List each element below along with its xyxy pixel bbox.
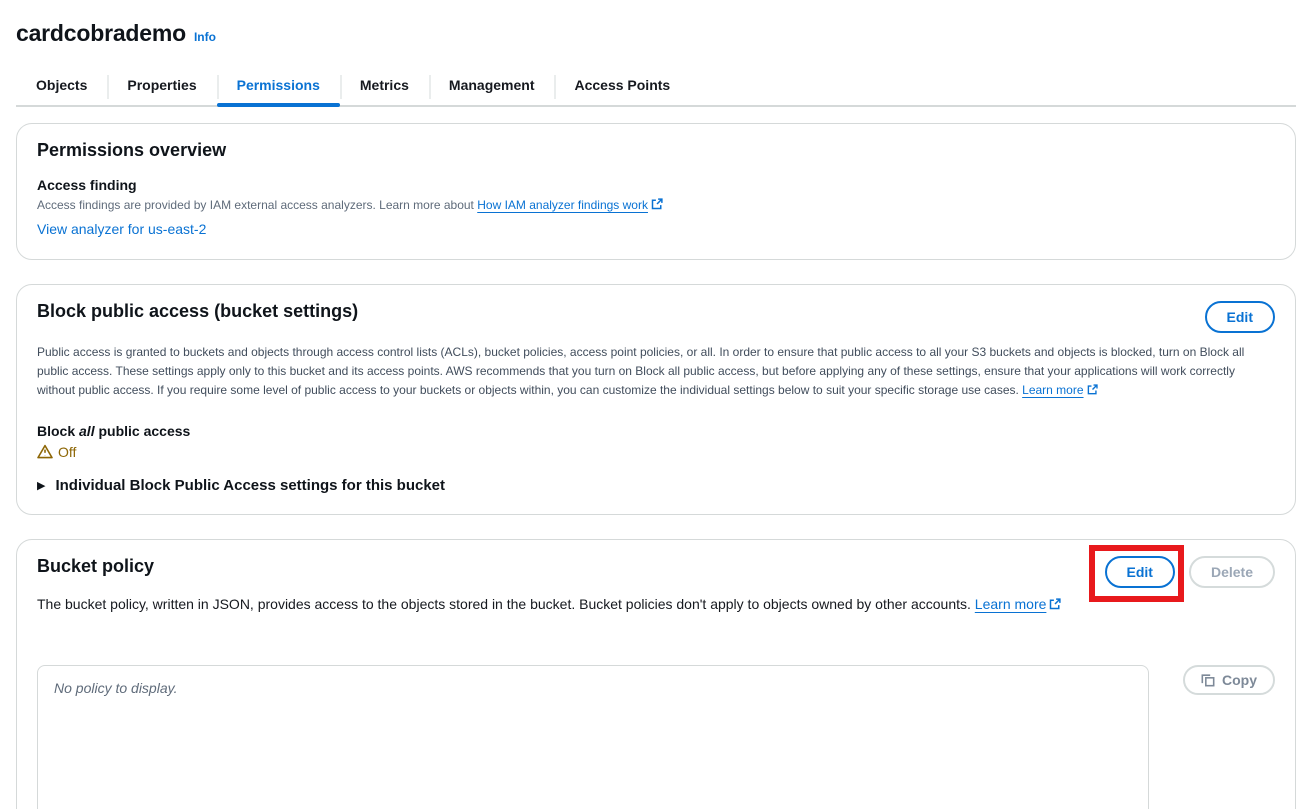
copy-button[interactable]: Copy [1183, 664, 1275, 695]
copy-icon [1201, 673, 1215, 687]
bucket-policy-delete-button[interactable]: Delete [1188, 555, 1275, 588]
external-link-icon [1049, 597, 1062, 613]
bucket-policy-header: Bucket policy Edit Delete [37, 544, 1275, 602]
info-link[interactable]: Info [194, 30, 216, 44]
access-finding-label: Access finding [37, 177, 137, 193]
tab-access-points[interactable]: Access Points [554, 71, 690, 105]
bucket-policy-edit-button[interactable]: Edit [1104, 555, 1175, 588]
caret-right-icon: ▶ [37, 479, 46, 492]
bpa-learn-more-link[interactable]: Learn more [1022, 383, 1083, 397]
access-finding-text: Access findings are provided by IAM exte… [37, 198, 478, 212]
permissions-overview-card: Permissions overview Access finding Acce… [16, 123, 1296, 260]
block-public-access-title: Block public access (bucket settings) [37, 301, 359, 321]
iam-findings-link[interactable]: How IAM analyzer findings work [477, 198, 648, 212]
tab-permissions[interactable]: Permissions [216, 71, 341, 107]
page-title: cardcobrademo [16, 20, 186, 46]
bucket-policy-card: Bucket policy Edit Delete The bucket pol… [16, 538, 1296, 809]
no-policy-text: No policy to display. [54, 679, 178, 696]
external-link-icon [651, 198, 663, 213]
copy-column: Copy [1163, 664, 1275, 695]
warning-icon [37, 444, 53, 459]
external-link-icon [1087, 382, 1098, 401]
tab-management[interactable]: Management [428, 71, 555, 105]
expander-label: Individual Block Public Access settings … [55, 476, 446, 494]
policy-display-box: No policy to display. [37, 664, 1149, 809]
s3-bucket-permissions-page: cardcobrademo Info Objects Properties Pe… [0, 20, 1312, 809]
block-public-access-card: Block public access (bucket settings) Ed… [16, 284, 1296, 515]
block-all-public-access-status: Off [37, 444, 1275, 460]
access-finding-description: Access findings are provided by IAM exte… [37, 198, 1275, 213]
policy-area: No policy to display. Copy [37, 664, 1275, 809]
block-public-access-header: Block public access (bucket settings) Ed… [37, 301, 1275, 333]
permissions-overview-title: Permissions overview [37, 140, 227, 160]
bucket-policy-description: The bucket policy, written in JSON, prov… [37, 596, 1275, 613]
block-public-access-description: Public access is granted to buckets and … [37, 343, 1275, 401]
bucket-policy-actions: Edit Delete [1088, 544, 1275, 602]
tab-metrics[interactable]: Metrics [339, 71, 429, 105]
bucket-policy-title: Bucket policy [37, 555, 155, 576]
individual-bpa-settings-expander[interactable]: ▶ Individual Block Public Access setting… [37, 477, 1275, 494]
bucket-policy-text: The bucket policy, written in JSON, prov… [37, 595, 975, 612]
tab-properties[interactable]: Properties [107, 71, 216, 105]
tab-bar: Objects Properties Permissions Metrics M… [16, 71, 1296, 107]
block-all-public-access-label: Block all public access [37, 422, 191, 439]
bucket-policy-learn-more-link[interactable]: Learn more [975, 596, 1047, 612]
block-public-access-edit-button[interactable]: Edit [1204, 301, 1275, 333]
view-analyzer-link[interactable]: View analyzer for us-east-2 [37, 221, 206, 237]
status-text: Off [58, 443, 77, 460]
page-header: cardcobrademo Info [16, 20, 1296, 47]
copy-button-label: Copy [1222, 671, 1257, 688]
tab-objects[interactable]: Objects [16, 71, 107, 105]
